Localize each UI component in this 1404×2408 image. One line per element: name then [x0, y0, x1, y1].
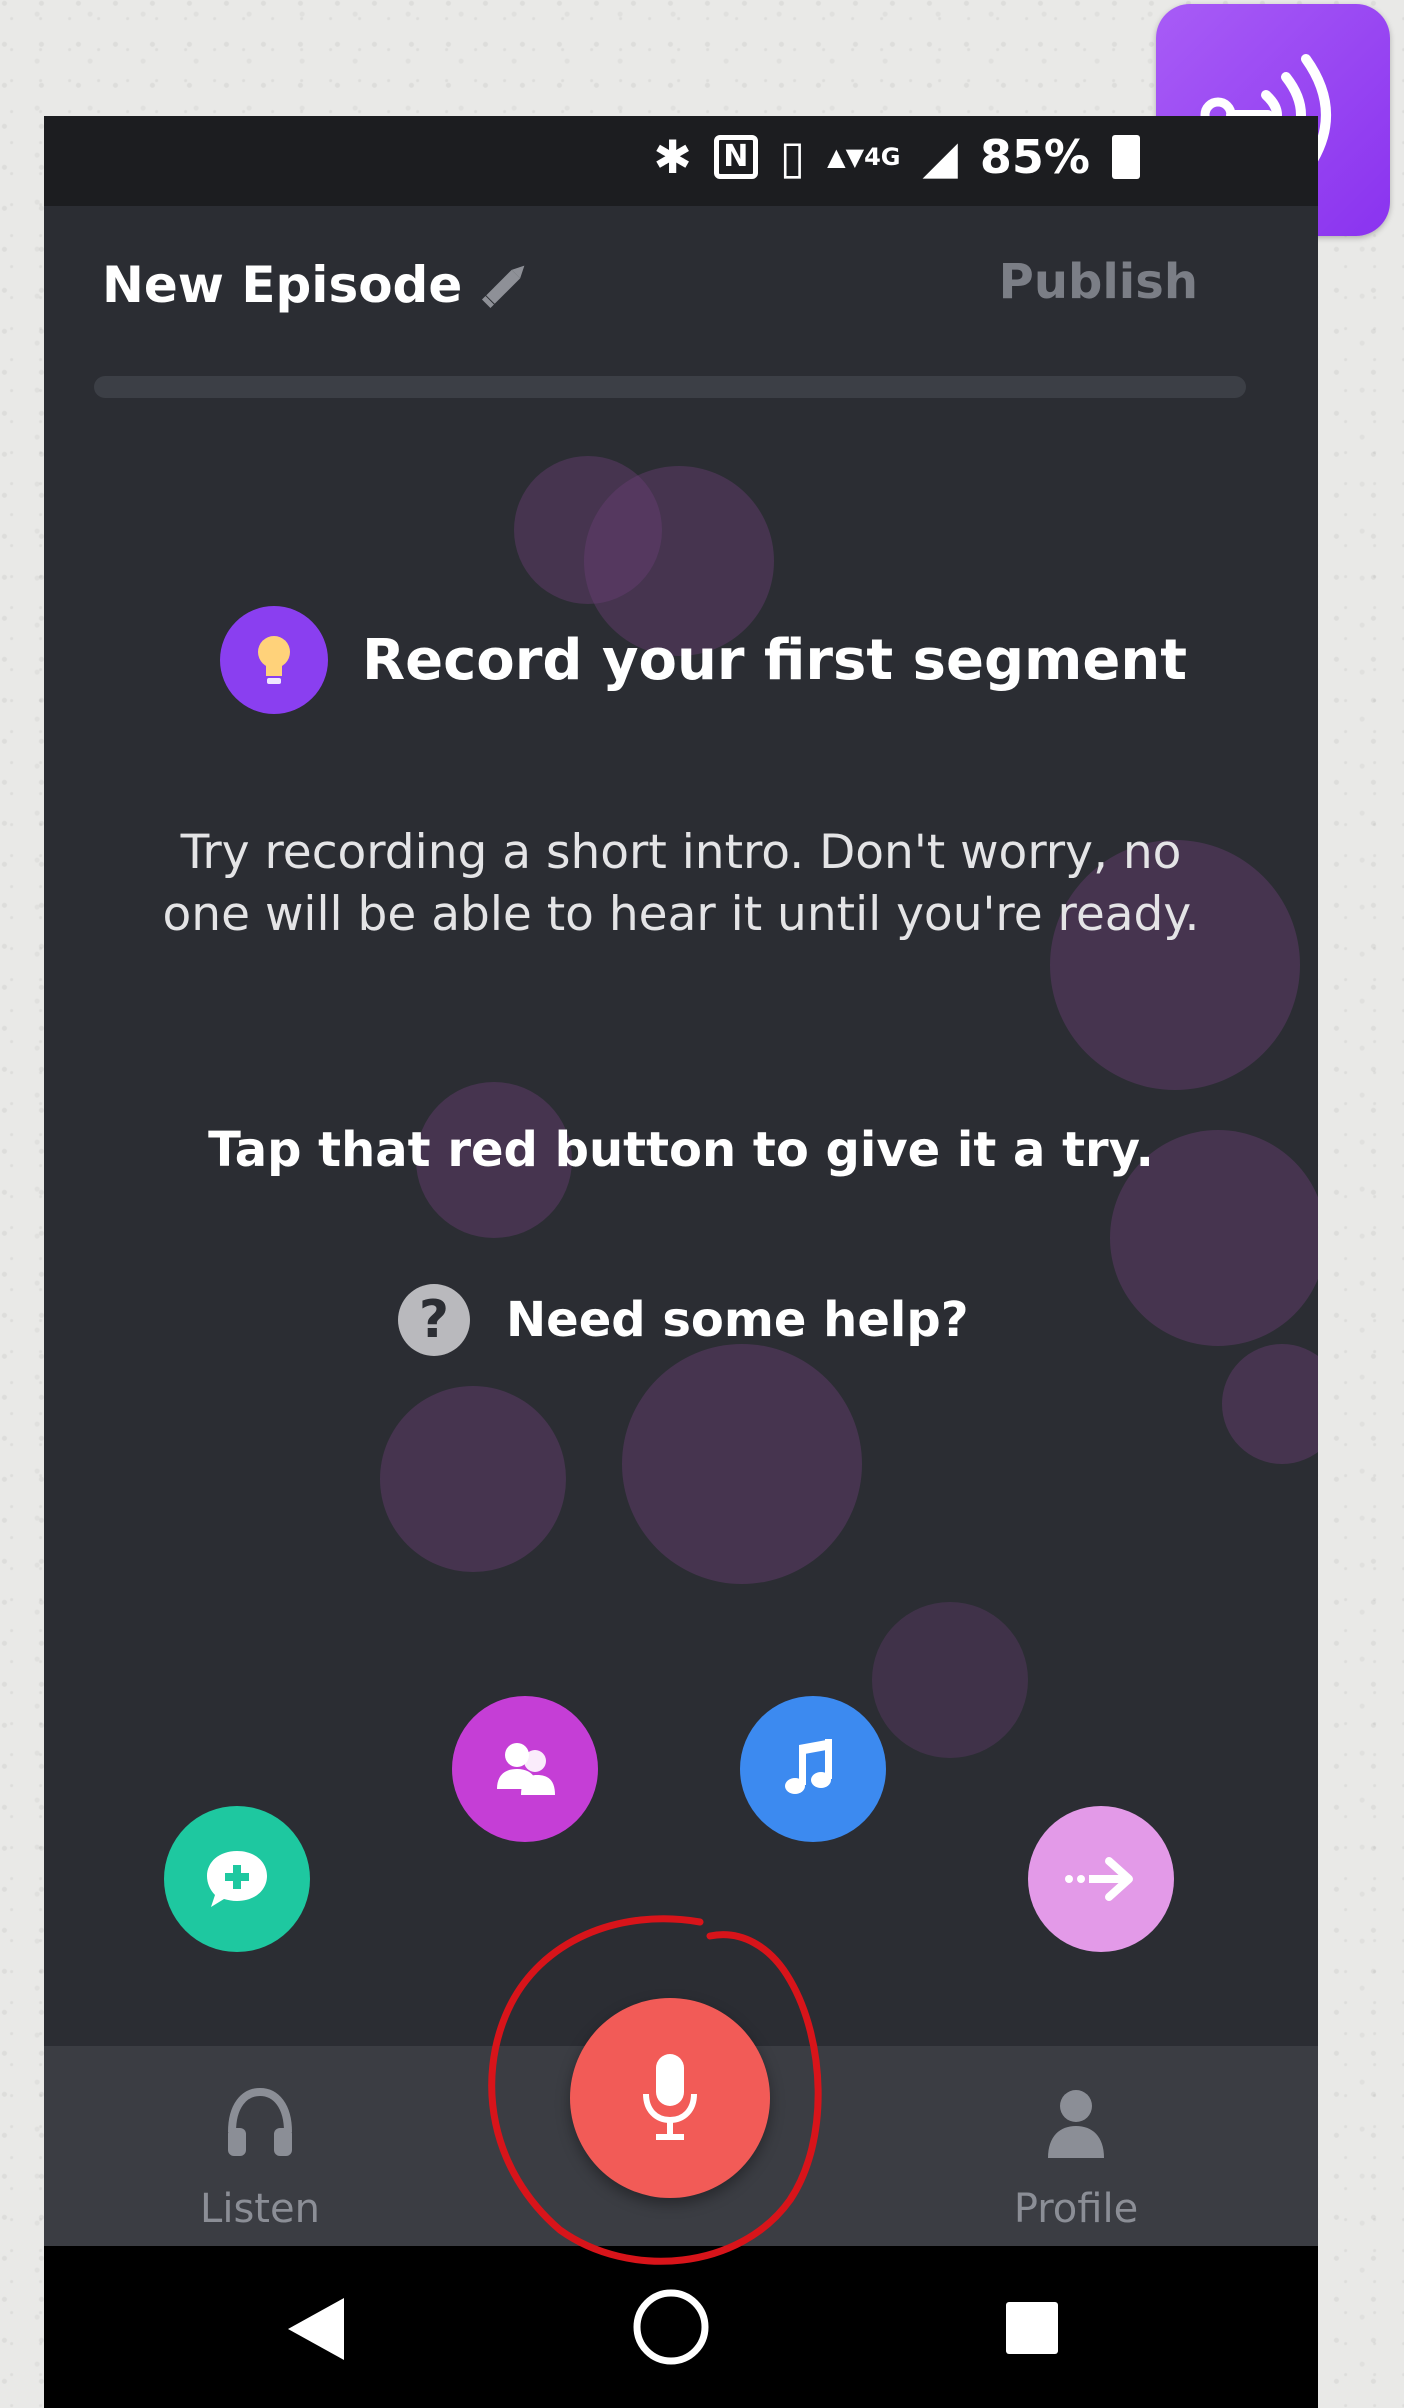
add-message-button[interactable] — [164, 1806, 310, 1952]
back-icon[interactable] — [282, 2294, 352, 2364]
help-label: Need some help? — [506, 1292, 969, 1348]
interview-button[interactable] — [452, 1696, 598, 1842]
headphones-icon — [228, 2087, 292, 2156]
vibrate-icon: ▯ — [779, 130, 806, 184]
phone-screen: ✱ N ▯ ▲▼4G ◢ 85% New Episode Publish Rec… — [44, 116, 1318, 2408]
help-link[interactable]: ? Need some help? — [398, 1284, 969, 1356]
decor-bubble — [380, 1386, 566, 1572]
bluetooth-icon: ✱ — [653, 130, 692, 184]
transition-button[interactable] — [1028, 1806, 1174, 1952]
signal-icon: ▲▼4G — [827, 143, 901, 171]
nav-profile-label: Profile — [1013, 2186, 1139, 2232]
message-plus-icon — [207, 1851, 267, 1907]
recents-icon[interactable] — [1002, 2298, 1062, 2358]
home-icon[interactable] — [630, 2286, 712, 2368]
microphone-icon — [643, 2054, 697, 2140]
cell-signal-icon: ◢ — [922, 130, 958, 184]
decor-bubble — [872, 1602, 1028, 1758]
music-note-icon — [785, 1739, 832, 1794]
decor-bubble — [1222, 1344, 1318, 1464]
tip-instruction: Tap that red button to give it a try. — [208, 1122, 1154, 1178]
episode-header: New Episode Publish — [44, 206, 1318, 336]
nav-listen-label: Listen — [200, 2186, 320, 2232]
publish-button[interactable]: Publish — [999, 254, 1198, 310]
battery-icon — [1112, 135, 1140, 179]
system-navigation-bar — [44, 2246, 1318, 2408]
battery-percentage: 85% — [979, 130, 1090, 184]
tip-description: Try recording a short intro. Don't worry… — [162, 825, 1200, 942]
person-icon — [1048, 2090, 1104, 2158]
question-icon: ? — [398, 1284, 470, 1356]
record-button[interactable] — [570, 1998, 770, 2198]
episode-title[interactable]: New Episode — [102, 256, 462, 314]
network-type: 4G — [864, 143, 901, 171]
people-icon — [497, 1743, 555, 1795]
status-bar: ✱ N ▯ ▲▼4G ◢ 85% — [44, 116, 1318, 206]
tip-title: Record your first segment — [362, 627, 1188, 693]
music-button[interactable] — [740, 1696, 886, 1842]
pencil-icon[interactable] — [476, 254, 536, 314]
nfc-icon: N — [713, 135, 758, 179]
arrow-right-icon — [1065, 1857, 1133, 1901]
nav-profile[interactable]: Profile — [976, 2082, 1176, 2232]
lightbulb-icon — [220, 606, 328, 714]
tip-heading: Record your first segment — [220, 606, 1187, 714]
episode-progress-bar — [94, 376, 1246, 398]
decor-bubble — [622, 1344, 862, 1584]
nav-listen[interactable]: Listen — [160, 2082, 360, 2232]
